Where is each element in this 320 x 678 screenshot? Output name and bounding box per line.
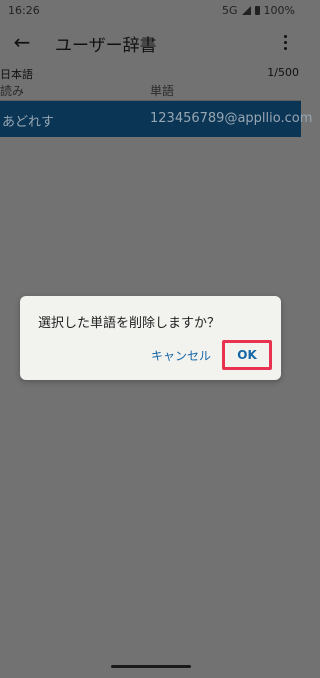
back-button[interactable]: ← — [8, 28, 36, 56]
page-title: ユーザー辞書 — [55, 36, 157, 56]
gesture-nav-bar[interactable] — [111, 665, 191, 668]
network-type: 5G — [222, 4, 238, 17]
battery-icon — [254, 6, 260, 15]
entry-word: 123456789@appllio.com — [150, 111, 313, 126]
column-word: 単語 — [150, 84, 175, 98]
column-headers: 読み 単語 — [0, 82, 301, 101]
signal-icon — [241, 6, 251, 15]
entry-count: 1/500 — [267, 66, 299, 79]
app-bar: ← ユーザー辞書 — [0, 20, 301, 64]
status-time: 16:26 — [8, 4, 40, 17]
status-bar: 16:26 5G 100% — [0, 0, 301, 20]
language-label: 日本語 — [0, 68, 33, 81]
battery-level: 100% — [263, 4, 295, 17]
dictionary-header: 日本語 1/500 — [0, 66, 301, 81]
delete-confirm-dialog: 選択した単語を削除しますか？ キャンセル OK — [20, 296, 281, 380]
entry-reading: あどれす — [2, 115, 55, 130]
cancel-button[interactable]: キャンセル — [151, 347, 211, 364]
column-reading: 読み — [0, 84, 25, 98]
more-vert-icon — [283, 34, 287, 38]
dictionary-entry-row[interactable]: あどれす 123456789@appllio.com — [0, 101, 312, 137]
status-indicators: 5G 100% — [222, 4, 295, 17]
more-options-button[interactable] — [273, 28, 297, 56]
ok-button[interactable]: OK — [222, 340, 272, 370]
arrow-left-icon: ← — [13, 30, 31, 54]
dialog-message: 選択した単語を削除しますか？ — [38, 316, 221, 331]
